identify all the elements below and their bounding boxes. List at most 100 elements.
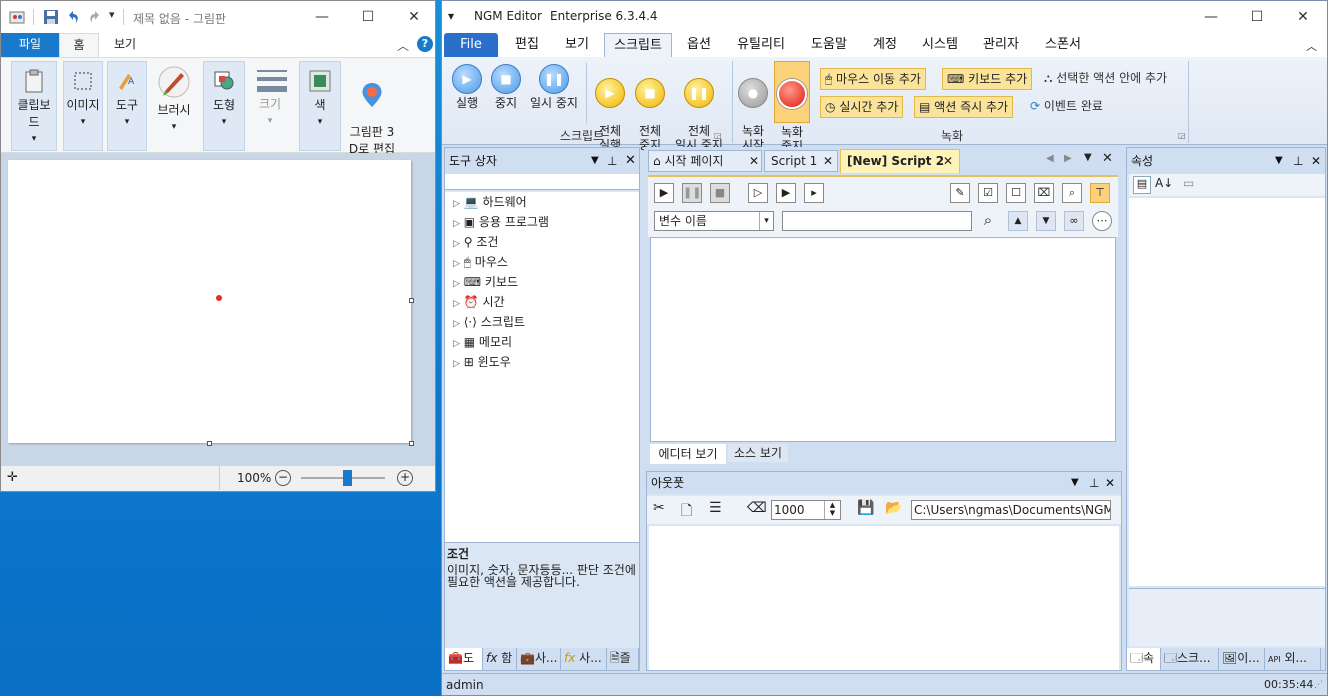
add-mouse-move-button[interactable]: 🖱 마우스 이동 추가 (820, 68, 926, 90)
record-dialog-launcher-icon[interactable]: ◲ (1178, 131, 1186, 140)
stop-all-button[interactable]: ■ 전체 중지 (630, 61, 670, 152)
zoom-in-button[interactable]: + (397, 470, 413, 486)
scroll-tabs-left-icon[interactable]: ◀ (1046, 153, 1054, 164)
add-keyboard-button[interactable]: ⌨ 키보드 추가 (942, 68, 1033, 90)
editor-edit-icon[interactable]: ✎ (950, 183, 970, 203)
output-pin-icon[interactable]: ⊥ (1089, 472, 1099, 494)
eraser-icon[interactable]: ⌫ (747, 500, 767, 516)
editor-run-selected-icon[interactable]: ▸ (804, 183, 824, 203)
undo-icon[interactable] (65, 9, 81, 28)
shapes-group[interactable]: 도형 ▾ (203, 61, 245, 151)
editor-play-icon[interactable]: ▶ (654, 183, 674, 203)
tab-source-view[interactable]: 소스 보기 (728, 444, 788, 462)
properties-dropdown-icon[interactable]: ▼ (1275, 148, 1283, 174)
property-pages-icon[interactable]: ▭ (1183, 176, 1194, 190)
record-stop-button[interactable]: 녹화 중지 (774, 61, 810, 153)
quick-access-dropdown-icon[interactable]: ▾ (109, 8, 115, 21)
paint-minimize-button[interactable]: — (299, 1, 345, 33)
resize-grip-icon[interactable]: ⋰ (1314, 680, 1323, 690)
menu-system[interactable]: 시스템 (914, 33, 966, 57)
paint-tab-home[interactable]: 홈 (59, 33, 99, 57)
save-icon[interactable] (43, 9, 59, 28)
clear-tools-icon[interactable]: ✂ (653, 500, 665, 516)
toolbox-close-icon[interactable]: ✕ (625, 148, 636, 174)
menu-file[interactable]: File (444, 33, 498, 57)
image-group[interactable]: 이미지 ▾ (63, 61, 103, 151)
tab-new-script-2[interactable]: [New] Script 2 ✕ (840, 149, 960, 173)
resize-handle-right[interactable] (409, 298, 414, 303)
editor-uncheck-icon[interactable]: ☐ (1006, 183, 1026, 203)
drawing-canvas[interactable] (8, 160, 411, 443)
ngm-minimize-button[interactable]: — (1188, 1, 1234, 33)
toolbox-search-field[interactable] (445, 174, 639, 190)
bottom-tab-function[interactable]: fx 함 (483, 648, 517, 670)
spin-icon[interactable]: ▲ ▼ (824, 501, 840, 519)
ngm-close-button[interactable]: ✕ (1280, 1, 1326, 33)
move-down-icon[interactable]: ▼ (1036, 211, 1056, 231)
tab-script-1[interactable]: Script 1 ✕ (764, 150, 838, 172)
resize-handle-corner[interactable] (409, 441, 414, 446)
menu-options[interactable]: 옵션 (676, 33, 722, 57)
ngm-maximize-button[interactable]: ☐ (1234, 1, 1280, 33)
editor-delete-icon[interactable]: ⌧ (1034, 183, 1054, 203)
tree-item-mouse[interactable]: ▷ 🖱 마우스 (453, 252, 508, 272)
menu-edit[interactable]: 편집 (504, 33, 550, 57)
editor-step-icon[interactable]: ▷ (748, 183, 768, 203)
system-menu-icon[interactable]: ▾ (448, 9, 454, 23)
bottom-tab-toolbox[interactable]: 🧰도 (445, 648, 483, 670)
more-icon[interactable]: ⋯ (1092, 211, 1112, 231)
menu-admin[interactable]: 관리자 (974, 33, 1028, 57)
tree-item-keyboard[interactable]: ▷ ⌨ 키보드 (453, 272, 518, 292)
move-up-icon[interactable]: ▲ (1008, 211, 1028, 231)
collapse-ribbon-icon[interactable]: ︿ (397, 37, 409, 54)
tree-item-hardware[interactable]: ▷ 💻 하드웨어 (453, 192, 527, 212)
bottom-tab-favorite[interactable]: 🗎즐 (607, 648, 639, 670)
categorized-icon[interactable]: ▤ (1133, 176, 1151, 194)
file-search-icon[interactable]: 🗋 (681, 500, 692, 524)
editor-stop-icon[interactable]: ■ (710, 183, 730, 203)
tree-item-window[interactable]: ▷ ⊞ 윈도우 (453, 352, 511, 372)
variable-search-icon[interactable]: ⌕ (978, 211, 998, 231)
add-inside-selected-button[interactable]: ⛬ 선택한 액션 안에 추가 (1040, 68, 1171, 90)
brushes-group[interactable]: 브러시 ▾ (151, 61, 197, 151)
editor-tree-icon[interactable]: ⊤ (1090, 183, 1110, 203)
properties-pin-icon[interactable]: ⊥ (1293, 148, 1303, 174)
loop-icon[interactable]: ∞ (1064, 211, 1084, 231)
stop-button[interactable]: ■ 중지 (488, 61, 524, 110)
paint-maximize-button[interactable]: ☐ (345, 1, 391, 33)
close-tab-icon[interactable]: ✕ (823, 151, 833, 171)
menu-script[interactable]: 스크립트 (604, 33, 672, 57)
event-done-button[interactable]: ⟳ 이벤트 완료 (1026, 96, 1107, 118)
output-line-count-input[interactable]: 1000 ▲ ▼ (771, 500, 841, 520)
menu-view[interactable]: 보기 (554, 33, 600, 57)
folder-icon[interactable]: 📂 (885, 500, 902, 516)
help-icon[interactable]: ? (417, 36, 433, 52)
menu-utility[interactable]: 유틸리티 (728, 33, 794, 57)
bottom-tab-user-function[interactable]: fx 사... (561, 648, 607, 670)
variable-name-select[interactable]: 변수 이름 ▾ (654, 211, 774, 231)
tools-group[interactable]: A 도구 ▾ (107, 61, 147, 151)
paint-close-button[interactable]: ✕ (391, 1, 437, 33)
menu-account[interactable]: 계정 (864, 33, 906, 57)
output-close-icon[interactable]: ✕ (1105, 472, 1115, 494)
close-tab-icon[interactable]: ✕ (943, 150, 953, 172)
size-group[interactable]: 크기 ▾ (249, 61, 291, 151)
add-realtime-button[interactable]: ◷ 실시간 추가 (820, 96, 904, 118)
sort-az-icon[interactable]: A↓ (1155, 176, 1173, 190)
dialog-launcher-icon[interactable]: ◲ (714, 131, 722, 140)
zoom-slider-thumb[interactable] (343, 470, 353, 486)
redo-icon[interactable] (87, 9, 103, 28)
tree-item-condition[interactable]: ▷ ⚲ 조건 (453, 232, 498, 252)
editor-pause-icon[interactable]: ❚❚ (682, 183, 702, 203)
zoom-out-button[interactable]: − (275, 470, 291, 486)
list-icon[interactable]: ☰ (709, 500, 722, 516)
bottom-tab-user[interactable]: 💼사... (517, 648, 561, 670)
output-text-area[interactable] (649, 526, 1119, 670)
tree-item-script[interactable]: ▷ ⟨·⟩ 스크립트 (453, 312, 525, 332)
toolbox-pin-icon[interactable]: ⊥ (607, 148, 617, 174)
pause-button[interactable]: ❚❚ 일시 중지 (526, 61, 582, 110)
toolbox-dropdown-icon[interactable]: ▼ (591, 148, 599, 174)
tree-item-application[interactable]: ▷ ▣ 응용 프로그램 (453, 212, 549, 232)
tab-start-page[interactable]: ⌂ 시작 페이지 ✕ (648, 150, 762, 172)
paint-tab-file[interactable]: 파일 (1, 33, 59, 57)
